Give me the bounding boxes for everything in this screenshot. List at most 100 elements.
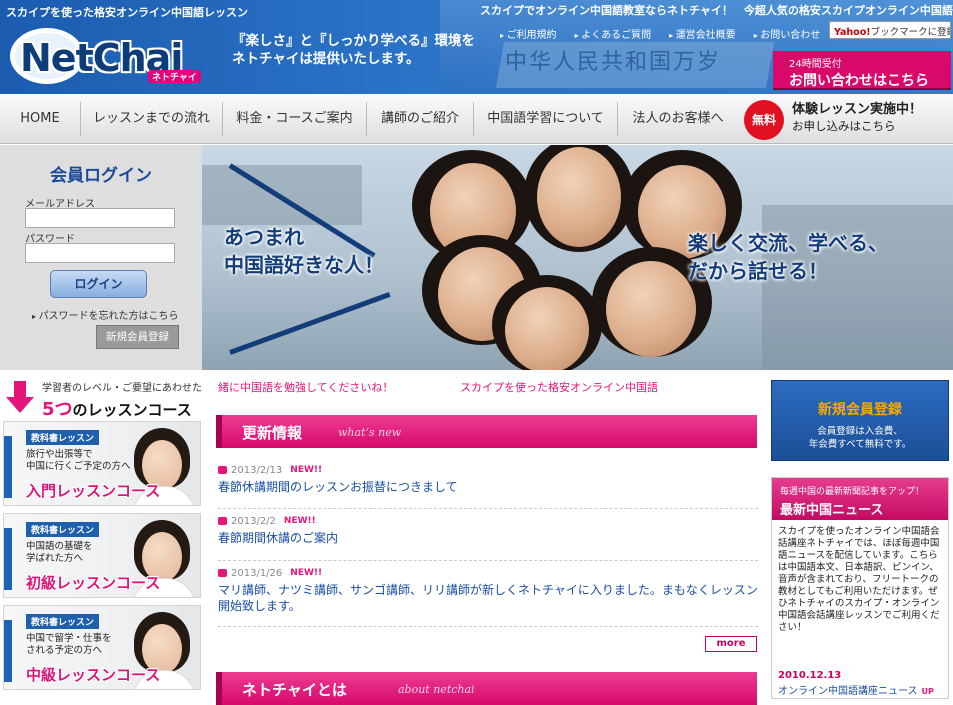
new-badge: NEW!!: [290, 465, 323, 475]
faq-link[interactable]: よくあるご質問: [575, 26, 651, 41]
register-banner-subtitle: 会員登録は入会費、 年会費すべて無料です。: [772, 425, 948, 451]
nav-teachers[interactable]: 講師のご紹介: [367, 94, 473, 144]
about-subtitle: about netchai: [398, 683, 475, 696]
china-news-caption: 毎週中国の最新新聞記事をアップ！: [780, 487, 925, 497]
site-tagline: スカイプを使った格安オンライン中国語レッスン: [6, 6, 248, 19]
news-link[interactable]: 春節休講期間のレッスンお振替につきまして: [218, 479, 758, 495]
free-badge[interactable]: 無料: [744, 100, 784, 140]
course-desc-line: 旅行や出張等で: [26, 449, 93, 460]
china-news-header: 毎週中国の最新新聞記事をアップ！ 最新中国ニュース: [772, 478, 948, 520]
nav-corporate[interactable]: 法人のお客様へ: [618, 94, 738, 144]
hero-right-caption: 楽しく交流、学べる、 だから話せる！: [688, 229, 888, 285]
contact-button[interactable]: 24時間受付 お問い合わせはこちら: [773, 51, 951, 90]
china-news-item-title: オンライン中国語講座ニュース: [778, 686, 918, 697]
register-banner-line: 年会費すべて無料です。: [808, 439, 912, 450]
header-top-title: スカイプでオンライン中国語教室ならネトチャイ！ 今超人気の格安スカイプオンライン…: [480, 4, 953, 17]
contact-hours: 24時間受付: [789, 59, 842, 70]
trial-subtitle: お申し込みはこちら: [792, 119, 896, 133]
yahoo-bookmark-button[interactable]: Yahoo!ブックマークに登録: [829, 21, 951, 39]
up-badge: UP: [921, 687, 934, 696]
forgot-password-link[interactable]: パスワードを忘れた方はこちら: [32, 307, 179, 322]
new-member-register-banner[interactable]: 新規会員登録 会員登録は入会費、 年会費すべて無料です。: [771, 380, 949, 461]
contact-link[interactable]: お問い合わせ: [754, 26, 820, 41]
news-divider: [218, 626, 758, 627]
header-sign-text: 中华人民共和国万岁: [505, 50, 722, 75]
nav-lesson-flow[interactable]: レッスンまでの流れ: [81, 94, 222, 144]
course-desc-line: 中国語の基礎を: [26, 541, 93, 552]
register-banner-line: 会員登録は入会費、: [817, 426, 903, 437]
hero-line-decoration: [229, 292, 391, 355]
hero-banner: あつまれ 中国語好きな人！ 楽しく交流、学べる、 だから話せる！: [202, 145, 953, 370]
course-head-title: 5つのレッスンコース: [42, 395, 192, 421]
register-button[interactable]: 新規会員登録: [96, 325, 179, 349]
china-news-description: スカイプを使ったオンライン中国語会話講座ネトチャイでは、ほぼ毎週中国語ニュースを…: [778, 526, 940, 633]
hero-left-line-1: あつまれ: [224, 225, 304, 249]
ticker-text: スカイプを使った格安オンライン中国語: [460, 381, 658, 394]
contact-label: お問い合わせはこちら: [789, 73, 929, 89]
updates-title: 更新情報: [242, 424, 303, 442]
header-slogan: 『楽しさ』と『しっかり学べる』環境を ネトチャイは提供いたします。: [232, 32, 475, 68]
course-description: 旅行や出張等で 中国に行くご予定の方へ: [26, 449, 131, 473]
logo-kana: ネトチャイ: [148, 70, 201, 83]
member-login-panel: 会員ログイン メールアドレス パスワード ログイン パスワードを忘れた方はこちら…: [0, 145, 202, 370]
news-icon: [218, 466, 227, 474]
course-desc-line: される予定の方へ: [26, 645, 103, 656]
hero-person: [505, 287, 589, 370]
china-news-title: 最新中国ニュース: [780, 503, 884, 518]
email-field[interactable]: [25, 208, 175, 228]
course-badge: 教科書レッスン: [26, 430, 100, 445]
course-tab: [4, 620, 12, 682]
news-divider: [218, 508, 758, 509]
login-button[interactable]: ログイン: [50, 270, 147, 298]
updates-subtitle: what’s new: [338, 426, 402, 439]
nav-home[interactable]: HOME: [0, 94, 80, 144]
news-date: 2013/2/2: [231, 516, 276, 527]
more-button[interactable]: more: [705, 636, 757, 652]
course-count: 5つ: [42, 399, 73, 420]
course-list: 学習者のレベル・ご要望にあわせた 5つのレッスンコース 教科書レッスン 旅行や出…: [0, 378, 208, 699]
news-item: 2013/2/2 NEW!! 春節期間休講のご案内: [218, 516, 758, 546]
news-item: 2013/2/13 NEW!! 春節休講期間のレッスンお振替につきまして: [218, 465, 758, 495]
trial-title: 体験レッスン実施中！: [792, 102, 923, 117]
china-news-box: 毎週中国の最新新聞記事をアップ！ 最新中国ニュース スカイプを使ったオンライン中…: [771, 477, 949, 699]
password-field[interactable]: [25, 243, 175, 263]
nav-about-chinese[interactable]: 中国語学習について: [474, 94, 617, 144]
trial-lesson-banner[interactable]: 体験レッスン実施中！ お申し込みはこちら: [792, 101, 922, 135]
course-head-rest: のレッスンコース: [72, 401, 192, 419]
ticker-text: 緒に中国語を勉強してくださいね！: [218, 381, 394, 394]
down-arrow-icon: [6, 381, 34, 413]
news-link[interactable]: 春節期間休講のご案内: [218, 530, 758, 546]
course-card-intermediate[interactable]: 教科書レッスン 中国で留学・仕事を される予定の方へ 中級レッスンコース: [3, 605, 201, 690]
yahoo-logo: Yahoo!: [834, 27, 871, 38]
hero-person: [537, 147, 621, 247]
slogan-line-2: ネトチャイは提供いたします。: [232, 51, 420, 67]
updates-header: 更新情報 what’s new: [216, 415, 757, 448]
nav-pricing-courses[interactable]: 料金・コースご案内: [223, 94, 366, 144]
china-news-link[interactable]: オンライン中国語講座ニュース UP: [778, 682, 934, 697]
news-link[interactable]: マリ講師、ナツミ講師、サンゴ講師、リリ講師が新しくネトチャイに入りました。まもな…: [218, 582, 758, 614]
hero-left-line-2: 中国語好きな人！: [224, 253, 384, 277]
header-utility-links: ご利用規約 よくあるご質問 運営会社概要 お問い合わせ: [500, 26, 821, 41]
course-card-beginner[interactable]: 教科書レッスン 旅行や出張等で 中国に行くご予定の方へ 入門レッスンコース: [3, 421, 201, 506]
course-card-elementary[interactable]: 教科書レッスン 中国語の基礎を 学ばれた方へ 初級レッスンコース: [3, 513, 201, 598]
course-description: 中国で留学・仕事を される予定の方へ: [26, 633, 112, 657]
news-date: 2013/2/13: [231, 465, 283, 476]
hero-right-line-2: だから話せる！: [688, 259, 828, 283]
terms-link[interactable]: ご利用規約: [500, 26, 557, 41]
hero-person: [606, 261, 696, 357]
slogan-line-1: 『楽しさ』と『しっかり学べる』環境を: [232, 33, 475, 49]
course-badge: 教科書レッスン: [26, 614, 100, 629]
site-logo[interactable]: NetChai ネトチャイ: [8, 22, 213, 86]
course-desc-line: 中国に行くご予定の方へ: [26, 461, 131, 472]
about-title: ネトチャイとは: [242, 681, 347, 699]
course-name: 初級レッスンコース: [26, 574, 161, 592]
company-link[interactable]: 運営会社概要: [669, 26, 736, 41]
login-title: 会員ログイン: [50, 166, 152, 186]
course-desc-line: 中国で留学・仕事を: [26, 633, 112, 644]
yahoo-bookmark-label: ブックマークに登録: [870, 27, 951, 38]
news-divider: [218, 560, 758, 561]
china-news-date: 2010.12.13: [778, 670, 842, 681]
course-name: 入門レッスンコース: [26, 482, 161, 500]
new-badge: NEW!!: [283, 516, 316, 526]
news-date: 2013/1/26: [231, 568, 283, 579]
